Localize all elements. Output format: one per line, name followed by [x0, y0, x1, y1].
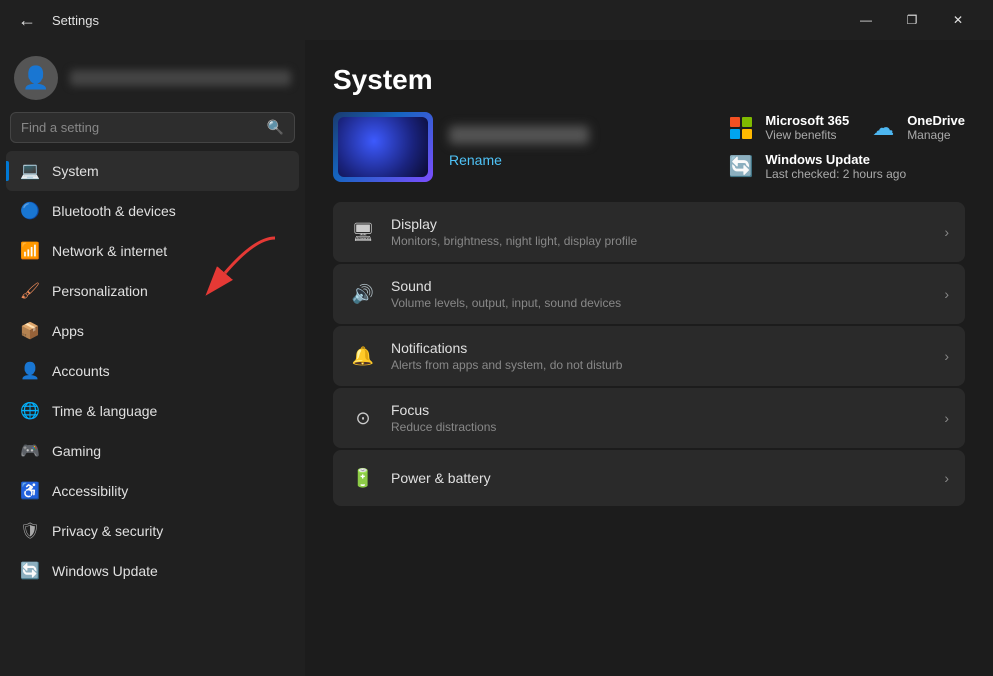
info-card-ms365[interactable]: Microsoft 365 View benefits [727, 113, 849, 142]
windows-update-icon-wrap: 🔄 [727, 153, 755, 181]
power-icon: 🔋 [349, 464, 377, 492]
sidebar: 👤 🔍 💻 System 🔵 Bluetooth & devices 📶 Net… [0, 40, 305, 676]
power-chevron: › [944, 470, 949, 486]
focus-text: Focus Reduce distractions [391, 402, 930, 434]
setting-focus[interactable]: ⊙ Focus Reduce distractions › [333, 388, 965, 448]
display-chevron: › [944, 224, 949, 240]
sidebar-item-privacy[interactable]: 🛡 Privacy & security [6, 511, 299, 551]
gaming-icon: 🎮 [20, 441, 40, 461]
avatar: 👤 [14, 56, 58, 100]
device-image [333, 112, 433, 182]
top-cards-row: Microsoft 365 View benefits ☁ OneDrive M… [727, 113, 965, 142]
notifications-text: Notifications Alerts from apps and syste… [391, 340, 930, 372]
sidebar-nav: 💻 System 🔵 Bluetooth & devices 📶 Network… [0, 151, 305, 591]
power-text: Power & battery [391, 470, 930, 486]
update-icon: 🔄 [20, 561, 40, 581]
titlebar: ← Settings — ❐ ✕ [0, 0, 993, 40]
close-button[interactable]: ✕ [935, 4, 981, 36]
sidebar-item-network[interactable]: 📶 Network & internet [6, 231, 299, 271]
page-title: System [333, 64, 965, 96]
ms365-icon [730, 117, 752, 139]
notifications-icon: 🔔 [349, 342, 377, 370]
search-box: 🔍 [10, 112, 295, 143]
sidebar-item-label: Accessibility [52, 483, 128, 499]
sidebar-item-bluetooth[interactable]: 🔵 Bluetooth & devices [6, 191, 299, 231]
username-blur [70, 70, 291, 86]
privacy-icon: 🛡 [20, 521, 40, 541]
sidebar-item-label: Privacy & security [52, 523, 163, 539]
maximize-button[interactable]: ❐ [889, 4, 935, 36]
focus-chevron: › [944, 410, 949, 426]
device-image-inner [338, 117, 428, 177]
onedrive-icon: ☁ [872, 115, 894, 141]
back-button[interactable]: ← [12, 6, 42, 35]
display-text: Display Monitors, brightness, night ligh… [391, 216, 930, 248]
sound-chevron: › [944, 286, 949, 302]
onedrive-text: OneDrive Manage [907, 113, 965, 142]
sidebar-item-label: Apps [52, 323, 84, 339]
info-card-onedrive[interactable]: ☁ OneDrive Manage [869, 113, 965, 142]
search-input[interactable] [21, 120, 259, 135]
user-profile: 👤 [0, 40, 305, 112]
sidebar-item-label: Windows Update [52, 563, 158, 579]
sidebar-item-update[interactable]: 🔄 Windows Update [6, 551, 299, 591]
sidebar-item-apps[interactable]: 📦 Apps [6, 311, 299, 351]
sound-icon: 🔊 [349, 280, 377, 308]
main-layout: 👤 🔍 💻 System 🔵 Bluetooth & devices 📶 Net… [0, 40, 993, 676]
sidebar-item-label: Network & internet [52, 243, 167, 259]
windows-update-text: Windows Update Last checked: 2 hours ago [765, 152, 906, 181]
setting-display[interactable]: 🖥 Display Monitors, brightness, night li… [333, 202, 965, 262]
content-area: System Rename Microsoft 365 View benefit… [305, 40, 993, 676]
notifications-chevron: › [944, 348, 949, 364]
sound-text: Sound Volume levels, output, input, soun… [391, 278, 930, 310]
sidebar-item-label: Time & language [52, 403, 157, 419]
bluetooth-icon: 🔵 [20, 201, 40, 221]
device-name-section: Rename [449, 126, 589, 168]
system-icon: 💻 [20, 161, 40, 181]
time-icon: 🌐 [20, 401, 40, 421]
info-card-windows_update[interactable]: 🔄 Windows Update Last checked: 2 hours a… [727, 152, 965, 181]
sidebar-item-label: Gaming [52, 443, 101, 459]
setting-power[interactable]: 🔋 Power & battery › [333, 450, 965, 506]
windows-update-icon: 🔄 [729, 154, 754, 179]
device-name-blur [449, 126, 589, 144]
rename-link[interactable]: Rename [449, 152, 589, 168]
top-info: Rename Microsoft 365 View benefits ☁ One… [333, 112, 965, 182]
sidebar-item-accessibility[interactable]: ♿ Accessibility [6, 471, 299, 511]
sidebar-item-gaming[interactable]: 🎮 Gaming [6, 431, 299, 471]
sidebar-item-personalization[interactable]: 🖌 Personalization [6, 271, 299, 311]
ms365-icon-wrap [727, 114, 755, 142]
titlebar-title: Settings [52, 13, 99, 28]
titlebar-left: ← Settings [12, 6, 99, 35]
search-icon: 🔍 [267, 119, 284, 136]
minimize-button[interactable]: — [843, 4, 889, 36]
focus-icon: ⊙ [349, 404, 377, 432]
network-icon: 📶 [20, 241, 40, 261]
sidebar-item-system[interactable]: 💻 System [6, 151, 299, 191]
accessibility-icon: ♿ [20, 481, 40, 501]
sidebar-item-accounts[interactable]: 👤 Accounts [6, 351, 299, 391]
sidebar-item-label: System [52, 163, 99, 179]
accounts-icon: 👤 [20, 361, 40, 381]
user-icon: 👤 [22, 65, 49, 91]
right-info: Microsoft 365 View benefits ☁ OneDrive M… [727, 113, 965, 181]
personalization-icon: 🖌 [20, 281, 40, 301]
settings-list: 🖥 Display Monitors, brightness, night li… [333, 202, 965, 506]
onedrive-icon-wrap: ☁ [869, 114, 897, 142]
setting-notifications[interactable]: 🔔 Notifications Alerts from apps and sys… [333, 326, 965, 386]
sidebar-item-label: Bluetooth & devices [52, 203, 176, 219]
search-container: 🔍 [0, 112, 305, 151]
setting-sound[interactable]: 🔊 Sound Volume levels, output, input, so… [333, 264, 965, 324]
ms365-text: Microsoft 365 View benefits [765, 113, 849, 142]
sidebar-item-time[interactable]: 🌐 Time & language [6, 391, 299, 431]
display-icon: 🖥 [349, 218, 377, 246]
sidebar-item-label: Accounts [52, 363, 110, 379]
apps-icon: 📦 [20, 321, 40, 341]
titlebar-controls: — ❐ ✕ [843, 4, 981, 36]
sidebar-item-label: Personalization [52, 283, 148, 299]
